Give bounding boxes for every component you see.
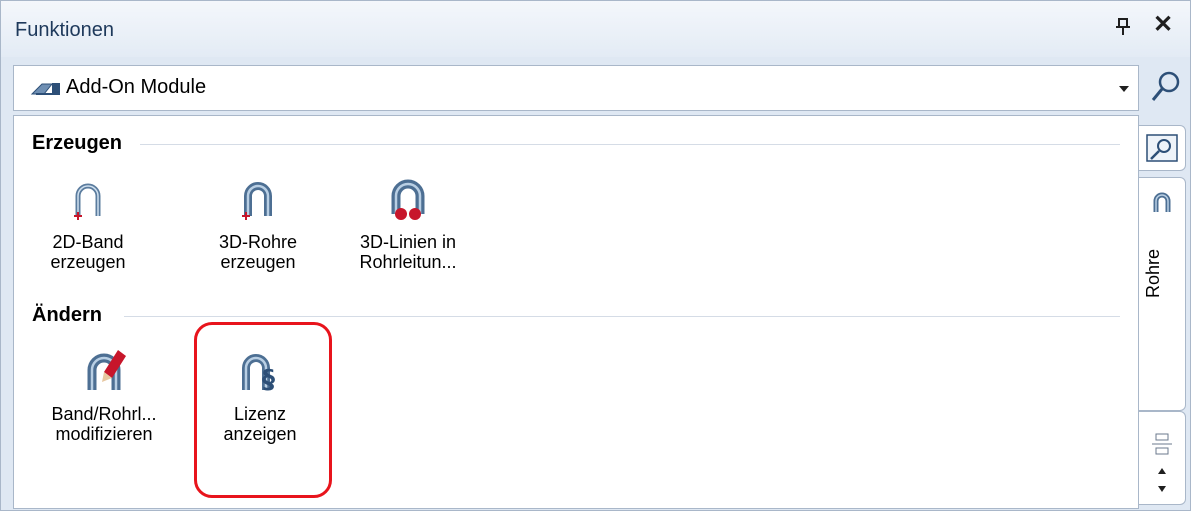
tool-2d-band-erzeugen[interactable]: 2D-Band erzeugen	[18, 174, 158, 272]
layers-icon[interactable]	[1150, 430, 1174, 458]
panel-title: Funktionen	[15, 19, 114, 41]
modify-pipe-icon	[87, 350, 126, 390]
search-palette-icon	[1146, 134, 1178, 162]
close-icon[interactable]: ✕	[1153, 13, 1173, 37]
tab-label-rohre: Rohre	[1143, 248, 1163, 298]
add-on-module-icon	[30, 83, 60, 95]
title-bar: Funktionen ✕	[1, 1, 1190, 57]
group-header-aendern: Ändern	[32, 304, 102, 326]
search-icon[interactable]	[1149, 69, 1183, 105]
tab-more	[1139, 411, 1186, 505]
group-divider	[124, 316, 1120, 317]
tool-label-line2: Rohrleitun...	[359, 252, 457, 272]
3d-lines-in-pipe-icon	[391, 179, 425, 220]
group-divider	[140, 144, 1120, 145]
tab-rohre[interactable]: Rohre	[1139, 177, 1186, 411]
module-selector[interactable]: Add-On Module	[13, 65, 1139, 111]
scroll-up-icon[interactable]	[1154, 466, 1170, 476]
tool-label-line1: 2D-Band	[52, 232, 124, 252]
tool-label-line1: 3D-Linien in	[359, 232, 457, 252]
tool-label-line2: erzeugen	[50, 252, 126, 272]
chevron-down-icon[interactable]	[1110, 66, 1138, 110]
highlight-frame	[194, 322, 332, 498]
functions-panel: Funktionen ✕ Add-On Module Erzeugen 2D-B…	[0, 0, 1191, 511]
tool-label-line2: erzeugen	[220, 252, 296, 272]
scroll-down-icon[interactable]	[1154, 484, 1170, 494]
tool-3d-linien-in-rohrleitung[interactable]: 3D-Linien in Rohrleitun...	[338, 174, 478, 272]
pin-icon[interactable]	[1113, 17, 1133, 37]
tab-search[interactable]	[1139, 125, 1186, 171]
pipe-tab-icon	[1153, 192, 1171, 212]
tool-band-rohrl-modifizieren[interactable]: Band/Rohrl... modifizieren	[34, 346, 174, 444]
tool-3d-rohre-erzeugen[interactable]: 3D-Rohre erzeugen	[188, 174, 328, 272]
tool-label-line2: modifizieren	[55, 424, 153, 444]
tool-label-line1: 3D-Rohre	[218, 232, 298, 252]
module-selector-value: Add-On Module	[66, 76, 207, 98]
3d-pipe-icon	[242, 182, 272, 220]
side-tab-strip: Rohre	[1139, 115, 1189, 507]
group-header-erzeugen: Erzeugen	[32, 132, 123, 154]
tool-area: Erzeugen 2D-Band erzeugen 3D-Rohre erzeu…	[13, 115, 1139, 509]
2d-band-icon	[74, 183, 101, 220]
tool-label-line1: Band/Rohrl...	[51, 404, 157, 424]
